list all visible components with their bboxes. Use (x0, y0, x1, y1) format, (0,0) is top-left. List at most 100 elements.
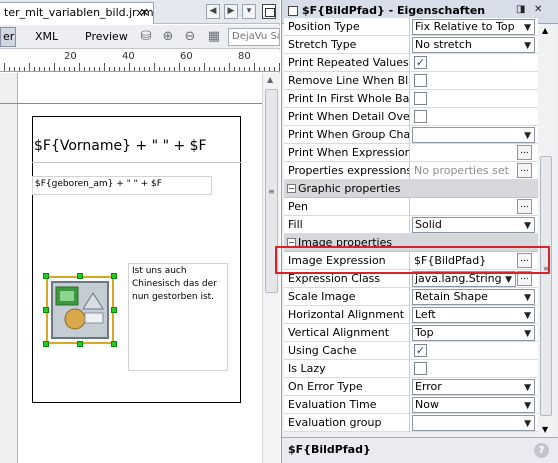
minimize-panel-icon[interactable]: ◨ (516, 4, 525, 15)
vorname-text-field[interactable]: $F{Vorname} + " " + $F (34, 136, 239, 158)
ruler-tick (179, 63, 180, 71)
database-icon[interactable]: ⛁ (138, 29, 154, 45)
scroll-up-icon[interactable]: ▲ (542, 26, 548, 35)
stretch-type-dropdown[interactable]: No stretch ▼ (412, 37, 535, 53)
chevron-down-icon[interactable]: ▼ (524, 291, 531, 304)
preview-tab-button[interactable]: Preview (80, 27, 133, 47)
image-element[interactable] (46, 276, 114, 344)
xml-tab-button[interactable]: XML (30, 27, 63, 47)
scroll-up-icon[interactable]: ▲ (267, 75, 273, 84)
print-when-group-changes-dropdown[interactable]: ▼ (412, 127, 535, 143)
scrollbar-thumb[interactable] (540, 156, 552, 416)
property-value-cell[interactable]: Fix Relative to Top ▼ (410, 18, 538, 36)
scale-image-dropdown[interactable]: Retain Shape ▼ (412, 289, 535, 305)
property-value-cell[interactable]: No properties set... (410, 162, 538, 180)
position-type-dropdown[interactable]: Fix Relative to Top ▼ (412, 19, 535, 35)
property-row-using-cache: Using Cache ✓ (284, 342, 538, 360)
property-value-cell[interactable] (410, 72, 538, 90)
chevron-down-icon[interactable]: ▼ (524, 219, 531, 232)
ruler-tick (204, 63, 205, 71)
close-panel-icon[interactable]: ✕ (534, 4, 542, 15)
maximize-icon[interactable] (262, 4, 276, 19)
scroll-right-icon[interactable]: ▶ (224, 4, 238, 19)
resize-handle[interactable] (43, 273, 49, 279)
ruler-tick (154, 63, 155, 71)
report-editor: ter_mit_variablen_bild.jrxml ✕ ◀ ▶ ▾ er … (0, 0, 280, 463)
chevron-down-icon[interactable]: ▼ (524, 417, 531, 430)
editor-tab[interactable]: ter_mit_variablen_bild.jrxml ✕ (0, 2, 154, 24)
report-wizard-icon[interactable]: ▦ (206, 29, 222, 45)
resize-handle[interactable] (43, 307, 49, 313)
chevron-down-icon[interactable]: ▼ (524, 327, 531, 340)
static-text-element[interactable]: Ist uns auch Chinesisch das der nun gest… (128, 263, 228, 371)
resize-handle[interactable] (111, 341, 117, 347)
property-value-cell[interactable]: Now ▼ (410, 396, 538, 414)
remove-line-when-blank-checkbox[interactable] (414, 74, 427, 87)
chevron-down-icon[interactable]: ▼ (505, 273, 512, 286)
chevron-down-icon[interactable]: ▼ (524, 39, 531, 52)
evaluation-time-dropdown[interactable]: Now ▼ (412, 397, 535, 413)
property-value-cell[interactable]: ... (410, 198, 538, 216)
resize-handle[interactable] (43, 341, 49, 347)
property-value-cell[interactable]: Error ▼ (410, 378, 538, 396)
property-value-cell[interactable]: No stretch ▼ (410, 36, 538, 54)
scroll-down-icon[interactable]: ▼ (542, 425, 548, 434)
ruler-label: 40 (122, 51, 135, 62)
ruler-tick (239, 67, 240, 71)
ellipsis-button[interactable]: ... (517, 199, 532, 214)
font-selector[interactable]: DejaVu Sa (228, 28, 280, 46)
ruler-tick (234, 67, 235, 71)
property-value-cell[interactable]: Left ▼ (410, 306, 538, 324)
property-value-cell[interactable]: ▼ (410, 126, 538, 144)
tab-list-icon[interactable]: ▾ (242, 4, 256, 19)
property-value-cell[interactable] (410, 108, 538, 126)
fill-dropdown[interactable]: Solid ▼ (412, 217, 535, 233)
ellipsis-button[interactable]: ... (517, 145, 532, 160)
help-icon[interactable]: ? (534, 443, 549, 458)
ruler-tick (114, 67, 115, 71)
property-value-cell[interactable] (410, 360, 538, 378)
property-row-evaluation-time: Evaluation Time Now ▼ (284, 396, 538, 414)
chevron-down-icon[interactable]: ▼ (524, 129, 531, 142)
horizontal-alignment-dropdown[interactable]: Left ▼ (412, 307, 535, 323)
property-row-position-type: Position Type Fix Relative to Top ▼ (284, 18, 538, 36)
chevron-down-icon[interactable]: ▼ (524, 399, 531, 412)
zoom-in-icon[interactable]: ⊕ (160, 29, 176, 45)
print-repeated-values-checkbox[interactable]: ✓ (414, 56, 427, 69)
using-cache-checkbox[interactable]: ✓ (414, 344, 427, 357)
property-value-cell[interactable]: Solid ▼ (410, 216, 538, 234)
property-label: On Error Type (284, 378, 410, 396)
chevron-down-icon[interactable]: ▼ (524, 381, 531, 394)
scroll-left-icon[interactable]: ◀ (206, 4, 220, 19)
on-error-type-dropdown[interactable]: Error ▼ (412, 379, 535, 395)
resize-handle[interactable] (77, 273, 83, 279)
collapse-icon[interactable]: − (287, 184, 296, 193)
ellipsis-button[interactable]: ... (517, 163, 532, 178)
app-window: ter_mit_variablen_bild.jrxml ✕ ◀ ▶ ▾ er … (0, 0, 558, 463)
is-lazy-checkbox[interactable] (414, 362, 427, 375)
vertical-alignment-dropdown[interactable]: Top ▼ (412, 325, 535, 341)
print-in-first-whole-band-checkbox[interactable] (414, 92, 427, 105)
zoom-out-icon[interactable]: ⊖ (182, 29, 198, 45)
chevron-down-icon[interactable]: ▼ (524, 309, 531, 322)
evaluation-group-dropdown[interactable]: ▼ (412, 415, 535, 431)
close-tab-icon[interactable]: ✕ (140, 6, 149, 19)
chevron-down-icon[interactable]: ▼ (524, 21, 531, 34)
category-graphic-properties[interactable]: − Graphic properties (284, 180, 538, 198)
highlight-annotation (275, 246, 550, 274)
print-when-detail-overflows-checkbox[interactable] (414, 110, 427, 123)
resize-handle[interactable] (111, 307, 117, 313)
ruler-tick (69, 67, 70, 71)
property-value-cell[interactable]: Top ▼ (410, 324, 538, 342)
property-value-cell[interactable]: ✓ (410, 342, 538, 360)
property-value-cell[interactable] (410, 90, 538, 108)
property-value-cell[interactable]: ... (410, 144, 538, 162)
geboren-text-field[interactable]: $F{geboren_am} + " " + $F (32, 176, 212, 195)
property-value-cell[interactable]: Retain Shape ▼ (410, 288, 538, 306)
property-value-cell[interactable]: ✓ (410, 54, 538, 72)
properties-vertical-scrollbar[interactable]: ▲ ≡ ▼ (538, 24, 555, 436)
property-value-cell[interactable]: ▼ (410, 414, 538, 432)
designer-tab-button[interactable]: er (0, 27, 16, 47)
resize-handle[interactable] (77, 341, 83, 347)
resize-handle[interactable] (111, 273, 117, 279)
